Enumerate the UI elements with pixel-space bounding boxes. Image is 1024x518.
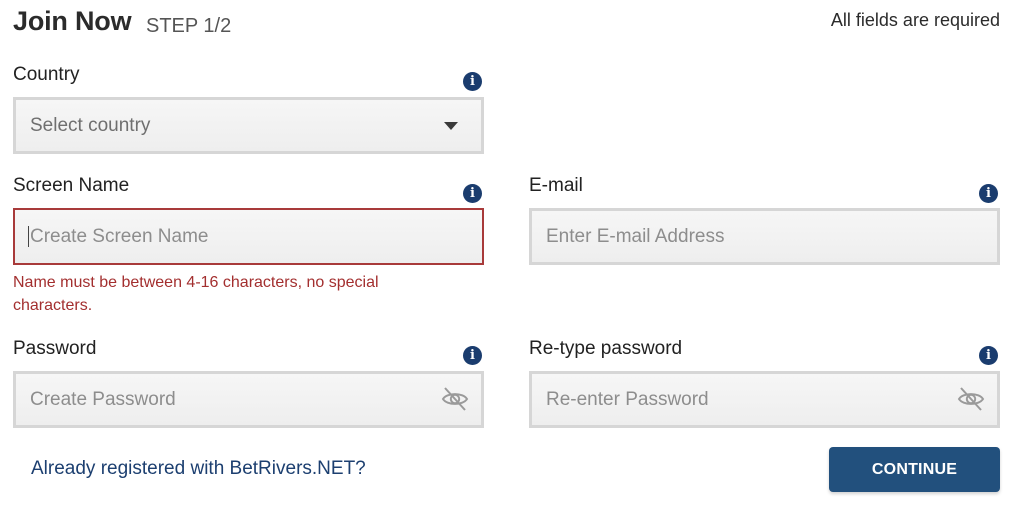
screen-name-placeholder: Create Screen Name — [30, 225, 209, 247]
email-label: E-mail — [529, 175, 583, 196]
required-note: All fields are required — [830, 10, 1000, 30]
info-icon[interactable]: i — [463, 72, 482, 91]
country-select-value: Select country — [30, 114, 151, 136]
eye-off-icon[interactable] — [440, 384, 470, 414]
screen-name-error: Name must be between 4-16 characters, no… — [13, 274, 379, 314]
continue-button[interactable]: CONTINUE — [829, 447, 1000, 492]
country-label: Country — [13, 64, 80, 85]
screen-name-label: Screen Name — [13, 175, 130, 196]
retype-password-label: Re-type password — [529, 338, 683, 359]
retype-password-placeholder: Re-enter Password — [546, 388, 709, 410]
info-icon[interactable]: i — [979, 346, 998, 365]
eye-off-icon[interactable] — [956, 384, 986, 414]
email-input[interactable]: Enter E-mail Address — [529, 208, 1000, 265]
already-registered-link[interactable]: Already registered with BetRivers.NET? — [31, 458, 366, 480]
password-input[interactable]: Create Password — [13, 371, 484, 428]
country-select[interactable]: Select country — [13, 97, 484, 154]
text-cursor — [28, 226, 29, 247]
screen-name-input[interactable]: Create Screen Name — [13, 208, 484, 265]
info-icon[interactable]: i — [463, 184, 482, 203]
step-indicator: STEP 1/2 — [146, 15, 232, 37]
email-placeholder: Enter E-mail Address — [546, 225, 725, 247]
retype-password-input[interactable]: Re-enter Password — [529, 371, 1000, 428]
page-title: Join Now — [13, 6, 132, 36]
password-placeholder: Create Password — [30, 388, 176, 410]
chevron-down-icon — [444, 122, 458, 130]
info-icon[interactable]: i — [979, 184, 998, 203]
info-icon[interactable]: i — [463, 346, 482, 365]
password-label: Password — [13, 338, 97, 359]
